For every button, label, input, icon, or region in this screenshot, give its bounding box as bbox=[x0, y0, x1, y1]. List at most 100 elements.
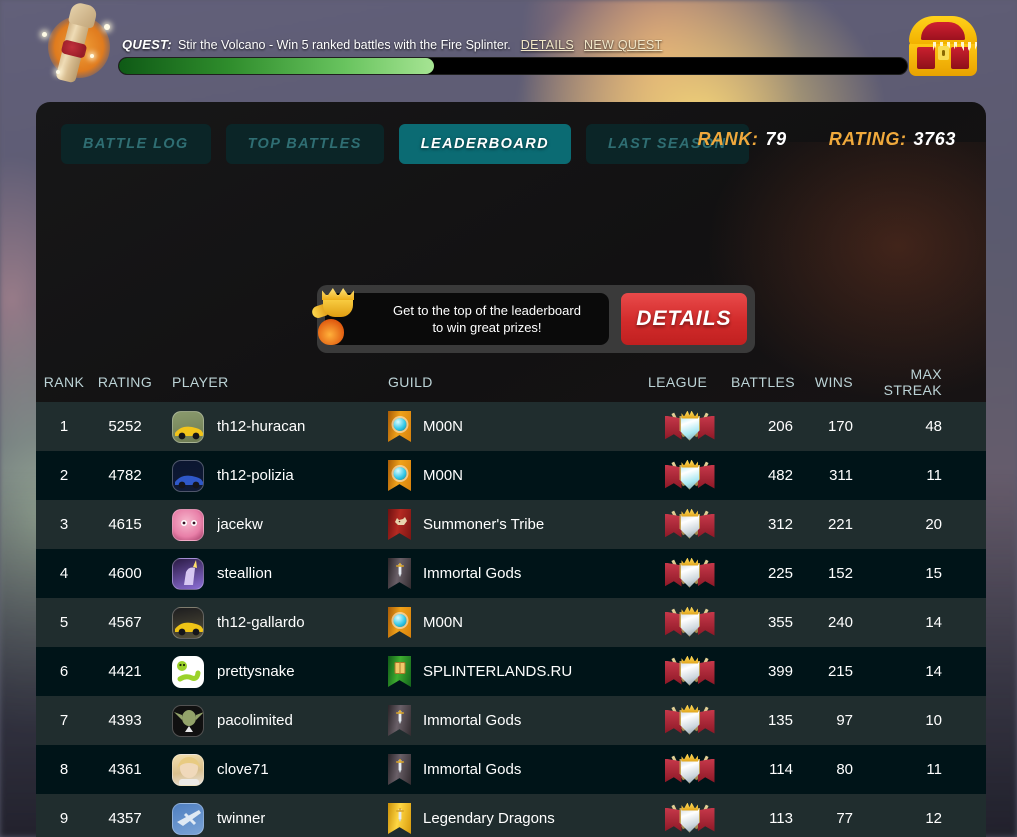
rank-display: RANK: 79 bbox=[697, 129, 786, 150]
crown-icon bbox=[681, 753, 698, 762]
leaderboard-table: RANK RATING PLAYER GUILD LEAGUE BATTLES … bbox=[36, 362, 986, 837]
cell-guild[interactable]: Immortal Gods bbox=[386, 754, 648, 785]
ribbon-right bbox=[697, 807, 715, 832]
cell-player[interactable]: clove71 bbox=[158, 753, 386, 786]
ribbon-left bbox=[664, 464, 682, 489]
table-row[interactable]: 2 4782 th12-polizia M00N 482 311 11 bbox=[36, 451, 986, 500]
ribbon-right bbox=[697, 660, 715, 685]
cell-rating: 4600 bbox=[108, 565, 142, 582]
orb-icon bbox=[393, 418, 406, 431]
table-row[interactable]: 6 4421 prettysnake SPLINTERLANDS.RU 399 215 14 bbox=[36, 647, 986, 696]
green-snake-avatar bbox=[172, 655, 204, 688]
cell-max-streak: 15 bbox=[925, 565, 942, 582]
cell-max-streak: 11 bbox=[926, 761, 942, 778]
cell-wins: 170 bbox=[827, 418, 853, 435]
rating-display: RATING: 3763 bbox=[829, 129, 956, 150]
tab-top-battles[interactable]: TOP BATTLES bbox=[225, 124, 384, 164]
crown-icon bbox=[681, 508, 698, 517]
promo-message: Get to the top of the leaderboard to win… bbox=[310, 293, 609, 345]
ribbon-left bbox=[664, 415, 682, 440]
cell-battles: 114 bbox=[769, 761, 793, 778]
header-battles: BATTLES bbox=[731, 374, 796, 390]
promo-text: Get to the top of the leaderboard to win… bbox=[371, 302, 603, 336]
promo-details-button[interactable]: DETAILS bbox=[620, 293, 747, 345]
quest-details-link[interactable]: DETAILS bbox=[521, 38, 574, 52]
yoda-tuxedo-avatar bbox=[172, 704, 204, 737]
cell-battles: 113 bbox=[769, 810, 793, 827]
table-row[interactable]: 1 5252 th12-huracan M00N 206 170 48 bbox=[36, 402, 986, 451]
diamond-league-badge bbox=[664, 655, 716, 689]
table-row[interactable]: 5 4567 th12-gallardo M00N 355 240 14 bbox=[36, 598, 986, 647]
cell-wins: 97 bbox=[836, 712, 853, 729]
diamond-league-badge bbox=[664, 606, 716, 640]
promo-line-2: to win great prizes! bbox=[432, 320, 542, 335]
cell-guild[interactable]: Legendary Dragons bbox=[386, 803, 648, 834]
cell-rating: 4567 bbox=[108, 614, 142, 631]
player-name: jacekw bbox=[217, 516, 263, 533]
cell-player[interactable]: pacolimited bbox=[158, 704, 386, 737]
tab-battle-log[interactable]: BATTLE LOG bbox=[61, 124, 211, 164]
cell-player[interactable]: jacekw bbox=[158, 508, 386, 541]
guild-banner-icon bbox=[388, 607, 411, 638]
cell-guild[interactable]: M00N bbox=[386, 607, 648, 638]
header-wins: WINS bbox=[814, 374, 853, 390]
player-name: pacolimited bbox=[217, 712, 293, 729]
table-row[interactable]: 8 4361 clove71 Immortal Gods 114 80 11 bbox=[36, 745, 986, 794]
cell-max-streak: 14 bbox=[925, 614, 942, 631]
cell-guild[interactable]: Summoner's Tribe bbox=[386, 509, 648, 540]
leaderboard-panel: BATTLE LOG TOP BATTLES LEADERBOARD LAST SEA… bbox=[36, 102, 986, 837]
quest-progress-fill bbox=[119, 58, 435, 74]
cell-player[interactable]: th12-huracan bbox=[158, 410, 386, 443]
cell-wins: 240 bbox=[827, 614, 853, 631]
cell-player[interactable]: steallion bbox=[158, 557, 386, 590]
cell-rank: 7 bbox=[59, 712, 69, 729]
cell-rating: 4615 bbox=[108, 516, 142, 533]
ribbon-right bbox=[697, 758, 715, 783]
cell-battles: 482 bbox=[767, 467, 793, 484]
yellow-car-avatar bbox=[172, 606, 204, 639]
ribbon-left bbox=[664, 611, 682, 636]
orb-icon bbox=[393, 614, 406, 627]
player-name: prettysnake bbox=[217, 663, 295, 680]
cell-rating: 5252 bbox=[108, 418, 142, 435]
ribbon-right bbox=[697, 562, 715, 587]
table-row[interactable]: 4 4600 steallion Immortal Gods 225 152 15 bbox=[36, 549, 986, 598]
cell-guild[interactable]: M00N bbox=[386, 460, 648, 491]
table-row[interactable]: 7 4393 pacolimited Immortal Gods 135 97 10 bbox=[36, 696, 986, 745]
sword-icon bbox=[394, 710, 406, 725]
rank-label: RANK: bbox=[697, 129, 759, 149]
cell-player[interactable]: th12-gallardo bbox=[158, 606, 386, 639]
tab-leaderboard[interactable]: LEADERBOARD bbox=[398, 124, 571, 164]
table-row[interactable]: 3 4615 jacekw Summoner's Tribe 312 221 20 bbox=[36, 500, 986, 549]
cell-guild[interactable]: SPLINTERLANDS.RU bbox=[386, 656, 648, 687]
player-name: steallion bbox=[217, 565, 273, 582]
cell-rank: 3 bbox=[59, 516, 69, 533]
header-player: PLAYER bbox=[172, 374, 229, 390]
table-row[interactable]: 9 4357 twinner Legendary Dragons 113 77 12 bbox=[36, 794, 986, 837]
guild-banner-icon bbox=[388, 509, 411, 540]
cell-player[interactable]: twinner bbox=[158, 802, 386, 835]
cell-rating: 4782 bbox=[108, 467, 142, 484]
rank-summary: RANK: 79 RATING: 3763 bbox=[697, 129, 956, 150]
cell-league bbox=[648, 753, 731, 787]
ribbon-right bbox=[697, 709, 715, 734]
cell-guild[interactable]: M00N bbox=[386, 411, 648, 442]
cell-rank: 8 bbox=[59, 761, 69, 778]
quest-text: QUEST: Stir the Volcano - Win 5 ranked ba… bbox=[122, 37, 662, 52]
cell-league bbox=[648, 557, 731, 591]
guild-name: M00N bbox=[423, 467, 464, 484]
cell-player[interactable]: th12-polizia bbox=[158, 459, 386, 492]
ribbon-left bbox=[664, 709, 682, 734]
tab-bar: BATTLE LOG TOP BATTLES LEADERBOARD LAST SEA… bbox=[61, 124, 749, 164]
cell-max-streak: 10 bbox=[925, 712, 942, 729]
quest-new-quest-link[interactable]: NEW QUEST bbox=[584, 38, 662, 52]
diamond-league-badge bbox=[664, 753, 716, 787]
ribbon-left bbox=[664, 660, 682, 685]
cell-player[interactable]: prettysnake bbox=[158, 655, 386, 688]
guild-name: Immortal Gods bbox=[423, 712, 522, 729]
cell-guild[interactable]: Immortal Gods bbox=[386, 558, 648, 589]
guild-name: Immortal Gods bbox=[423, 761, 522, 778]
cell-guild[interactable]: Immortal Gods bbox=[386, 705, 648, 736]
crown-icon bbox=[681, 459, 698, 468]
cell-rank: 5 bbox=[59, 614, 69, 631]
